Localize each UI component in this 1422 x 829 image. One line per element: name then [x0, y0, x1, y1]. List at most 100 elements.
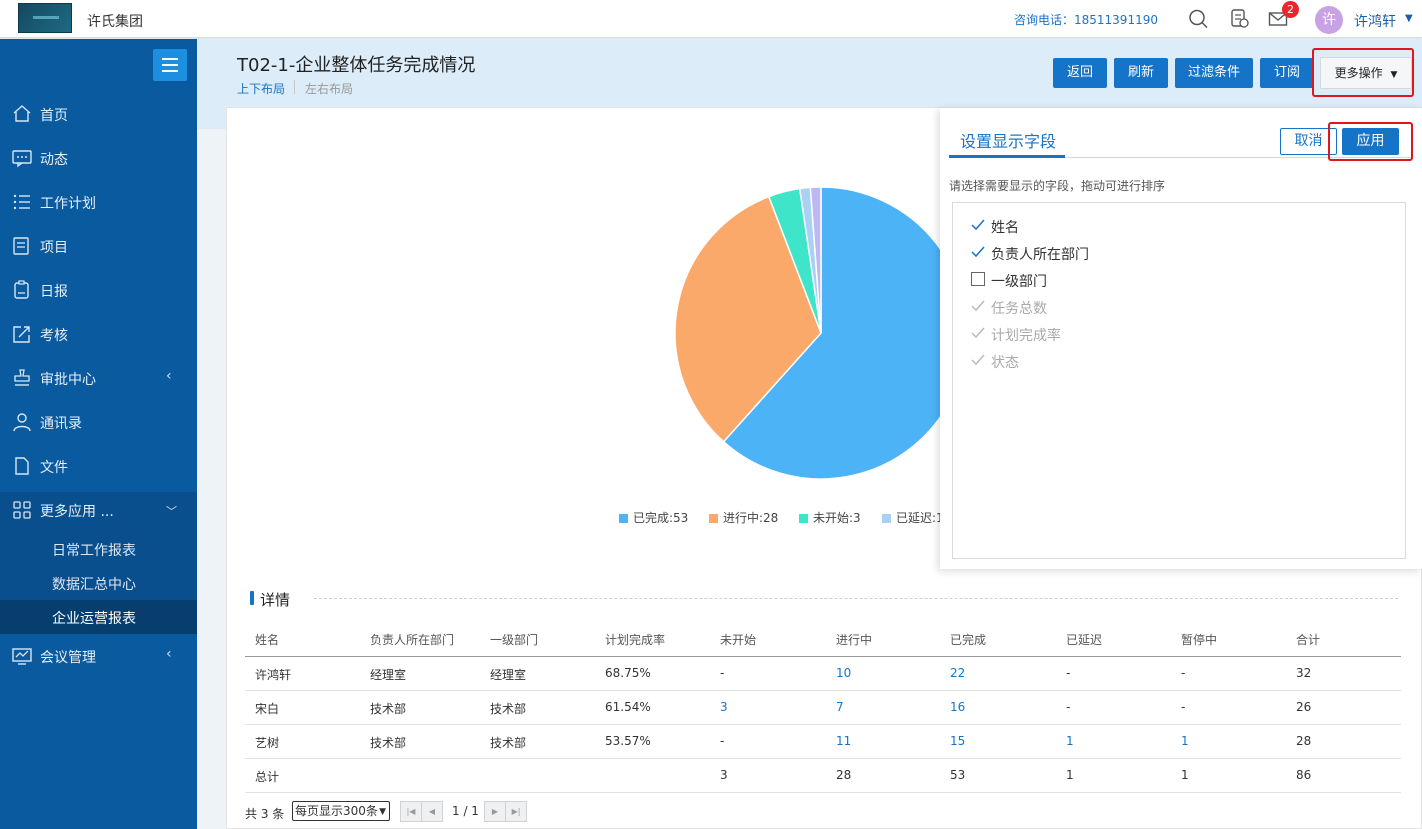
- user-name[interactable]: 许鸿轩: [1354, 11, 1396, 31]
- section-divider: [314, 598, 1398, 599]
- sidebar-item-files[interactable]: 文件: [0, 444, 197, 488]
- column-header-in-progress[interactable]: 进行中: [836, 631, 872, 648]
- table-row-cell[interactable]: 7: [836, 700, 844, 714]
- next-page-button[interactable]: ▶: [484, 801, 506, 822]
- sidebar-subitem-label: 数据汇总中心: [52, 577, 136, 593]
- field-option-label: 姓名: [991, 220, 1019, 236]
- detail-section-title: 详情: [260, 591, 291, 609]
- check-icon[interactable]: [971, 245, 985, 259]
- section-marker: [250, 591, 254, 605]
- sidebar-item-work-plan[interactable]: 工作计划: [0, 180, 197, 224]
- bill-icon[interactable]: [1229, 9, 1251, 29]
- consult-phone: 咨询电话：18511391190: [1014, 13, 1158, 27]
- table-row-cell[interactable]: 1: [1066, 734, 1074, 748]
- column-header-delayed[interactable]: 已延迟: [1066, 631, 1102, 648]
- legend-item-completed[interactable]: 已完成:53: [619, 509, 688, 526]
- last-page-button[interactable]: ▶|: [505, 801, 527, 822]
- sidebar-subitem-operations-report[interactable]: 企业运营报表: [0, 600, 197, 634]
- legend-swatch: [882, 514, 891, 523]
- legend-item-delayed[interactable]: 已延迟:1: [882, 509, 940, 526]
- sidebar-item-feed[interactable]: 动态: [0, 136, 197, 180]
- field-option-label: 任务总数: [991, 301, 1047, 317]
- field-option-label: 一级部门: [991, 274, 1047, 290]
- layout-top-bottom-link[interactable]: 上下布局: [237, 80, 285, 97]
- chevron-left-icon: ‹: [166, 368, 172, 384]
- table-row-cell: -: [1181, 700, 1186, 714]
- table-row-cell: 经理室: [490, 668, 527, 682]
- table-row-cell[interactable]: 16: [950, 700, 965, 714]
- sidebar-item-daily-report[interactable]: 日报: [0, 268, 197, 312]
- mail-badge: 2: [1282, 1, 1299, 18]
- sidebar-item-approval[interactable]: 审批中心 ‹: [0, 356, 197, 400]
- company-logo[interactable]: [18, 3, 72, 33]
- sidebar-item-label: 项目: [40, 240, 68, 256]
- table-row-total-cell: 86: [1296, 768, 1312, 782]
- column-header-paused[interactable]: 暂停中: [1181, 631, 1217, 648]
- column-header-name[interactable]: 姓名: [255, 631, 279, 648]
- search-icon[interactable]: [1188, 9, 1210, 29]
- table-row-cell[interactable]: 1: [1181, 734, 1189, 748]
- chevron-down-icon: ﹀: [166, 505, 177, 518]
- checkbox-unchecked-icon[interactable]: [971, 272, 985, 286]
- table-row-cell[interactable]: 22: [950, 666, 965, 680]
- layout-left-right-link[interactable]: 左右布局: [305, 80, 353, 97]
- pie-chart: [674, 186, 968, 480]
- sidebar-item-assessment[interactable]: 考核: [0, 312, 197, 356]
- table-row-total-cell: 总计: [255, 770, 280, 784]
- prev-page-button[interactable]: ◀: [421, 801, 443, 822]
- table-row-cell[interactable]: 11: [836, 734, 851, 748]
- page-size-select[interactable]: 每页显示300条 ▼: [292, 801, 390, 821]
- column-header-plan-rate[interactable]: 计划完成率: [605, 631, 665, 648]
- field-option-label: 状态: [991, 355, 1019, 371]
- sidebar-item-label: 通讯录: [40, 416, 82, 432]
- sidebar-subitem-data-summary[interactable]: 数据汇总中心: [0, 566, 197, 600]
- apps-icon: [13, 501, 31, 519]
- table-row-cell[interactable]: 10: [836, 666, 851, 680]
- sidebar-item-label: 日报: [40, 284, 68, 300]
- table-row-cell: 技术部: [490, 702, 527, 716]
- sidebar-subitem-daily-work-report[interactable]: 日常工作报表: [0, 532, 197, 566]
- table-row-cell: 宋白: [255, 702, 280, 716]
- subscribe-button[interactable]: 订阅: [1260, 58, 1314, 88]
- first-page-button[interactable]: |◀: [400, 801, 422, 822]
- sidebar-item-project[interactable]: 项目: [0, 224, 197, 268]
- page-title: T02-1-企业整体任务完成情况: [237, 55, 476, 76]
- column-header-first-dept[interactable]: 一级部门: [490, 631, 538, 648]
- company-name: 许氏集团: [87, 14, 143, 30]
- table-row-cell[interactable]: 3: [720, 700, 728, 714]
- table-row-cell: 技术部: [370, 736, 407, 750]
- column-header-total[interactable]: 合计: [1296, 631, 1320, 648]
- menu-toggle-button[interactable]: [153, 49, 187, 81]
- column-header-not-started[interactable]: 未开始: [720, 631, 756, 648]
- chevron-left-icon: ‹: [166, 646, 172, 662]
- table-row-cell: -: [720, 666, 725, 680]
- sidebar-item-home[interactable]: 首页: [0, 92, 197, 136]
- avatar[interactable]: 许: [1315, 6, 1343, 34]
- legend-item-not-started[interactable]: 未开始:3: [799, 509, 861, 526]
- header-divider: [245, 656, 1401, 657]
- table-row-cell: -: [1066, 700, 1071, 714]
- legend-item-in-progress[interactable]: 进行中:28: [709, 509, 778, 526]
- table-row-cell: 经理室: [370, 668, 407, 682]
- refresh-button[interactable]: 刷新: [1114, 58, 1168, 88]
- sidebar-item-meetings[interactable]: 会议管理 ‹: [0, 634, 197, 678]
- column-header-completed[interactable]: 已完成: [950, 631, 986, 648]
- sidebar-item-contacts[interactable]: 通讯录: [0, 400, 197, 444]
- table-row-cell: 技术部: [370, 702, 407, 716]
- table-row-total-cell: 53: [950, 768, 966, 782]
- sidebar-item-more-apps[interactable]: 更多应用 ... ﹀: [0, 488, 197, 532]
- table-row-cell: 艺树: [255, 736, 280, 750]
- table-row-cell: 许鸿轩: [255, 668, 292, 682]
- table-row-cell[interactable]: 15: [950, 734, 965, 748]
- legend-swatch: [619, 514, 628, 523]
- approval-icon: [14, 369, 30, 386]
- filter-button[interactable]: 过滤条件: [1175, 58, 1253, 88]
- field-option-label: 计划完成率: [991, 328, 1061, 344]
- user-menu-caret-icon[interactable]: ▼: [1405, 13, 1413, 24]
- check-icon[interactable]: [971, 218, 985, 232]
- sidebar-item-label: 首页: [40, 108, 68, 124]
- sidebar-subitem-label: 日常工作报表: [52, 543, 136, 559]
- column-header-owner-dept[interactable]: 负责人所在部门: [370, 631, 454, 648]
- page-indicator: 1 / 1: [452, 804, 479, 818]
- back-button[interactable]: 返回: [1053, 58, 1107, 88]
